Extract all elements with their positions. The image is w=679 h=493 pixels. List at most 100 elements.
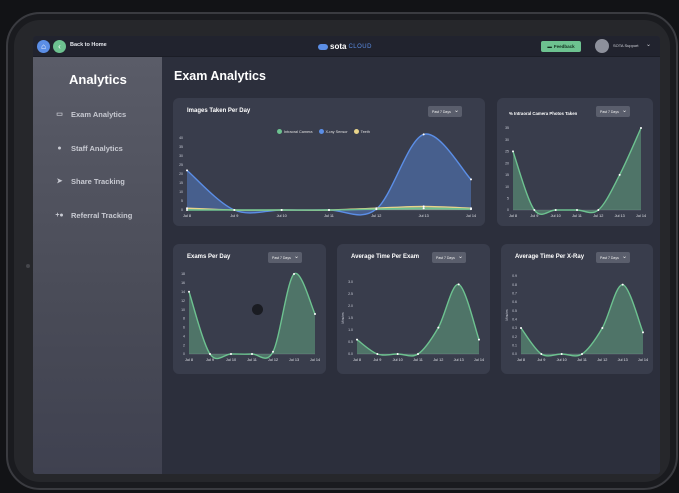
- cloud-icon: [318, 43, 328, 50]
- y-tick-label: 0.3: [512, 326, 517, 330]
- sidebar-item-exam-analytics[interactable]: ▭ Exam Analytics: [55, 108, 126, 120]
- x-tick-label: Jul 13: [618, 358, 628, 362]
- x-tick-label: Jul 13: [289, 358, 299, 362]
- y-tick-label: 0.5: [512, 309, 517, 313]
- user-plus-icon: +●: [55, 211, 64, 219]
- data-point: [640, 127, 642, 129]
- send-icon: ➤: [56, 178, 63, 185]
- app-screen: ⌂ ‹ Back to Home sota CLOUD ▬ Feedback S…: [33, 36, 660, 474]
- y-tick-label: 18: [181, 272, 185, 276]
- data-point: [422, 205, 425, 208]
- avg-time-exam-chart: 0.0 0.5 1.0 1.5 2.0 2.5 3.0 Minutes Jul 8 Jul 9 Ju…: [341, 280, 484, 362]
- logo-cloud-text: CLOUD: [348, 43, 372, 50]
- data-point: [597, 209, 600, 211]
- data-point: [457, 283, 460, 286]
- data-point: [251, 353, 253, 355]
- data-point: [314, 313, 316, 315]
- x-tick-label: Jul 10: [393, 358, 403, 362]
- y-tick-label: 30: [179, 154, 183, 158]
- y-tick-label: 0.4: [512, 318, 517, 322]
- y-tick-label: 0: [183, 352, 185, 356]
- data-point: [554, 209, 557, 211]
- x-tick-label: Jul 10: [226, 358, 236, 362]
- sota-cloud-logo: sota CLOUD: [318, 41, 372, 52]
- data-point: [560, 353, 563, 355]
- data-point: [375, 208, 378, 211]
- y-tick-label: 35: [505, 126, 509, 130]
- y-tick-label: 20: [505, 161, 509, 165]
- y-tick-label: 0.0: [348, 352, 353, 356]
- y-tick-label: 2.5: [348, 292, 353, 296]
- x-tick-label: Jul 12: [597, 358, 607, 362]
- sidebar-title: Analytics: [69, 72, 127, 87]
- page-title: Exam Analytics: [174, 69, 266, 83]
- y-tick-label: 3.0: [348, 280, 353, 284]
- x-tick-label: Jul 14: [636, 214, 646, 218]
- sidebar-item-referral-tracking[interactable]: +● Referral Tracking: [55, 209, 132, 221]
- y-tick-label: 4: [183, 334, 185, 338]
- back-arrow-icon[interactable]: ‹: [53, 40, 66, 53]
- x-tick-label: Jul 14: [310, 358, 320, 362]
- y-tick-label: 15: [505, 173, 509, 177]
- data-point: [293, 273, 295, 275]
- y-tick-label: 15: [179, 181, 183, 185]
- card-avg-time-xray: Average Time Per X-Ray Past 7 Days ⌄ 0.0 0…: [501, 244, 653, 374]
- intraoral-photos-chart: 0 5 10 15 20 25 30 35 Jul 8 Jul 9 Jul 10 Jul 11 Jul …: [505, 126, 646, 218]
- data-point: [376, 353, 379, 355]
- data-point: [188, 290, 190, 293]
- id-card-icon: ▭: [56, 111, 63, 118]
- card-intraoral-photos: % Intraoral Camera Photos Taken Past 7 D…: [497, 98, 653, 226]
- data-point: [396, 353, 399, 355]
- y-tick-label: 10: [181, 308, 185, 312]
- series-area: [187, 133, 471, 215]
- data-point: [186, 207, 188, 210]
- x-tick-label: Jul 12: [371, 214, 381, 218]
- y-tick-label: 25: [505, 150, 509, 154]
- x-tick-label: Jul 10: [551, 214, 561, 218]
- x-tick-label: Jul 8: [517, 358, 525, 362]
- y-tick-label: 30: [505, 138, 509, 142]
- x-tick-label: Jul 8: [509, 214, 517, 218]
- data-point: [272, 350, 274, 353]
- y-tick-label: 35: [179, 145, 183, 149]
- touch-cursor: [252, 304, 263, 315]
- y-tick-label: 0.6: [512, 300, 517, 304]
- data-point: [280, 209, 283, 211]
- chevron-down-icon[interactable]: ⌄: [646, 41, 651, 48]
- logo-sota-text: sota: [330, 42, 347, 51]
- y-tick-label: 10: [505, 185, 509, 189]
- x-tick-label: Jul 8: [185, 358, 193, 362]
- card-exams-per-day: Exams Per Day Past 7 Days ⌄ 0 2 4 6 8 10 12 14 16…: [173, 244, 326, 374]
- data-point: [356, 338, 358, 341]
- y-tick-label: 1.5: [348, 316, 353, 320]
- images-taken-chart: 0 5 10 15 20 25 30 35 40 Jul 8 Jul 9 Jul 10 Jul 11 Ju…: [179, 133, 476, 218]
- y-axis-label: Minutes: [341, 312, 345, 324]
- y-tick-label: 2.0: [348, 304, 353, 308]
- chat-icon: ▬: [547, 44, 552, 49]
- x-tick-label: Jul 11: [413, 358, 423, 362]
- sidebar-item-label: Referral Tracking: [71, 210, 133, 220]
- y-tick-label: 20: [179, 172, 183, 176]
- data-point: [437, 326, 440, 329]
- sidebar-item-staff-analytics[interactable]: ● Staff Analytics: [55, 142, 122, 154]
- x-tick-label: Jul 14: [474, 358, 484, 362]
- feedback-button[interactable]: ▬ Feedback: [541, 41, 581, 52]
- sidebar-item-label: Exam Analytics: [71, 109, 127, 119]
- avatar[interactable]: [595, 39, 609, 53]
- data-point: [621, 283, 624, 286]
- top-bar: ⌂ ‹ Back to Home sota CLOUD ▬ Feedback S…: [33, 36, 660, 57]
- back-to-home-link[interactable]: Back to Home: [70, 42, 107, 48]
- y-tick-label: 0.1: [512, 344, 517, 348]
- y-tick-label: 10: [179, 190, 183, 194]
- data-point: [230, 353, 232, 355]
- y-tick-label: 0.0: [512, 352, 517, 356]
- x-tick-label: Jul 11: [572, 214, 582, 218]
- series-area: [357, 284, 479, 356]
- y-axis-label: Minutes: [505, 309, 509, 321]
- card-avg-time-exam: Average Time Per Exam Past 7 Days ⌄ 0.0 0.…: [337, 244, 490, 374]
- home-icon[interactable]: ⌂: [37, 40, 50, 53]
- data-point: [478, 338, 480, 341]
- y-tick-label: 1.0: [348, 328, 353, 332]
- user-name[interactable]: SOTA Support: [613, 43, 639, 48]
- sidebar-item-share-tracking[interactable]: ➤ Share Tracking: [55, 175, 125, 187]
